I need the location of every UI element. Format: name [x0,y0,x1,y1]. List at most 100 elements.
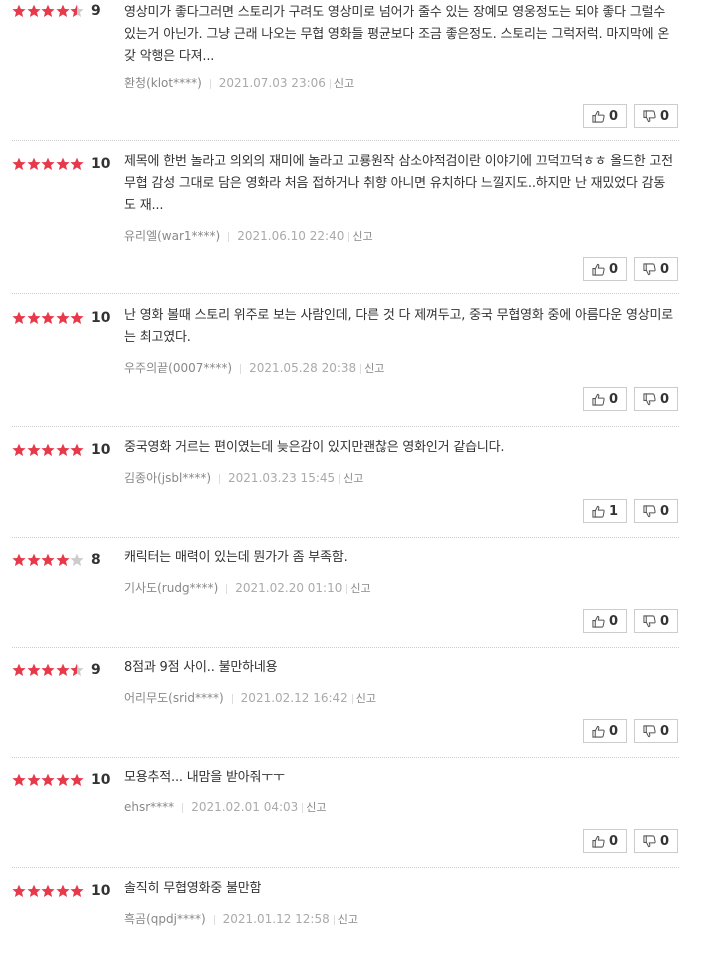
like-button[interactable]: 0 [583,609,627,633]
like-button[interactable]: 0 [583,719,627,743]
report-link[interactable]: 신고 [352,230,372,243]
rating-score: 10 [91,310,111,326]
thumbs-up-icon [592,505,609,518]
star-icon [12,663,27,677]
star-icon [56,884,71,898]
review-meta: 우주의끝(0007****) 2021.05.28 20:38 신고 [124,359,384,376]
dislike-button[interactable]: 0 [634,104,678,128]
star-icon [56,553,71,567]
thumbs-down-icon [643,834,660,848]
like-count: 0 [608,108,619,124]
like-button[interactable]: 0 [583,257,627,281]
rating-score: 10 [91,772,111,788]
thumbs-up-icon [592,110,609,123]
star-icon [26,553,42,567]
divider [213,914,215,925]
thumbs-up-icon [592,393,609,406]
star-icon [56,157,71,171]
thumbs-down-icon [643,392,660,406]
review-meta: 어리무도(srid****) 2021.02.12 16:42 신고 [124,689,376,706]
reviewer-name[interactable]: 어리무도(srid****) [124,691,224,705]
star-rating [12,311,85,327]
rating-score: 9 [91,3,101,19]
star-icon [12,311,27,325]
like-button[interactable]: 0 [583,104,627,128]
star-icon [26,4,42,18]
rating-score: 8 [91,552,101,568]
star-icon [26,884,42,898]
star-icon [41,311,56,325]
report-link[interactable]: 신고 [338,913,358,926]
dislike-count: 0 [659,261,670,277]
review-date: 2021.02.12 16:42 [240,691,348,705]
review-item: 8 캐릭터는 매력이 있는데 뭔가가 좀 부족함. 기사도(rudg****) 202… [12,550,679,648]
star-icon [56,773,71,787]
review-item: 10 제목에 한번 놀라고 의외의 재미에 놀라고 고룡원작 삼소야적검이란 이야… [12,154,679,294]
dislike-button[interactable]: 0 [634,609,678,633]
review-text: 8점과 9점 사이.. 불만하네용 [124,660,278,675]
like-button[interactable]: 0 [583,387,627,411]
divider [228,231,230,242]
star-icon [41,157,56,171]
star-icon [56,4,71,18]
dislike-button[interactable]: 0 [634,387,678,411]
dislike-button[interactable]: 0 [634,499,678,523]
star-icon [70,311,85,325]
rating-score: 10 [91,883,111,899]
report-link[interactable]: 신고 [334,77,354,90]
review-text: 난 영화 볼때 스토리 위주로 보는 사람인데, 다른 것 다 제껴두고, 중국… [124,308,674,345]
thumbs-up-icon [592,263,609,276]
dislike-button[interactable]: 0 [634,719,678,743]
star-icon [26,157,42,171]
reviewer-name[interactable]: 흑곰(qpdj****) [124,912,206,926]
star-icon [12,4,27,18]
divider [346,583,348,594]
star-rating [12,773,85,789]
review-date: 2021.02.20 01:10 [235,581,343,595]
report-link[interactable]: 신고 [306,801,326,814]
review-meta: 흑곰(qpdj****) 2021.01.12 12:58 신고 [124,910,358,927]
star-icon [12,773,27,787]
star-icon [41,773,56,787]
like-count: 0 [608,723,619,739]
dislike-count: 0 [659,723,670,739]
dislike-button[interactable]: 0 [634,257,678,281]
reviewer-name[interactable]: 환청(klot****) [124,76,202,90]
reviewer-name[interactable]: 유리엘(war1****) [124,229,220,243]
review-item: 10 모용추적... 내맘을 받아줘ㅜㅜ ehsr**** 2021.02.01 04… [12,770,679,868]
review-date: 2021.01.12 12:58 [222,912,330,926]
star-icon [26,311,42,325]
reviewer-name[interactable]: 기사도(rudg****) [124,581,218,595]
review-date: 2021.03.23 15:45 [228,471,336,485]
reviewer-name[interactable]: ehsr**** [124,800,174,814]
review-date: 2021.06.10 22:40 [237,229,345,243]
star-icon [41,443,56,457]
review-text: 중국영화 거르는 편이였는데 늦은감이 있지만괜찮은 영화인거 같습니다. [124,440,505,455]
like-button[interactable]: 0 [583,829,627,853]
divider [182,802,184,813]
star-icon [56,663,71,677]
divider [302,802,304,813]
review-meta: 기사도(rudg****) 2021.02.20 01:10 신고 [124,579,371,596]
reviewer-name[interactable]: 우주의끝(0007****) [124,361,232,375]
dislike-button[interactable]: 0 [634,829,678,853]
report-link[interactable]: 신고 [343,472,363,485]
star-icon [70,884,85,898]
star-rating [12,4,85,20]
reviewer-name[interactable]: 김종아(jsbl****) [124,471,211,485]
thumbs-down-icon [643,109,660,123]
review-item: 9 영상미가 좋다그러면 스토리가 구려도 영상미로 넘어가 줄수 있는 장예모 … [12,3,679,141]
report-link[interactable]: 신고 [364,362,384,375]
thumbs-down-icon [643,614,660,628]
star-icon [12,884,27,898]
star-icon [70,157,85,171]
review-meta: 유리엘(war1****) 2021.06.10 22:40 신고 [124,227,373,244]
report-link[interactable]: 신고 [356,692,376,705]
report-link[interactable]: 신고 [350,582,370,595]
divider [360,363,362,374]
review-meta: 김종아(jsbl****) 2021.03.23 15:45 신고 [124,469,363,486]
like-button[interactable]: 1 [583,499,627,523]
review-item: 10 난 영화 볼때 스토리 위주로 보는 사람인데, 다른 것 다 제껴두고, … [12,308,679,427]
rating-score: 10 [91,156,111,172]
star-icon [41,663,56,677]
